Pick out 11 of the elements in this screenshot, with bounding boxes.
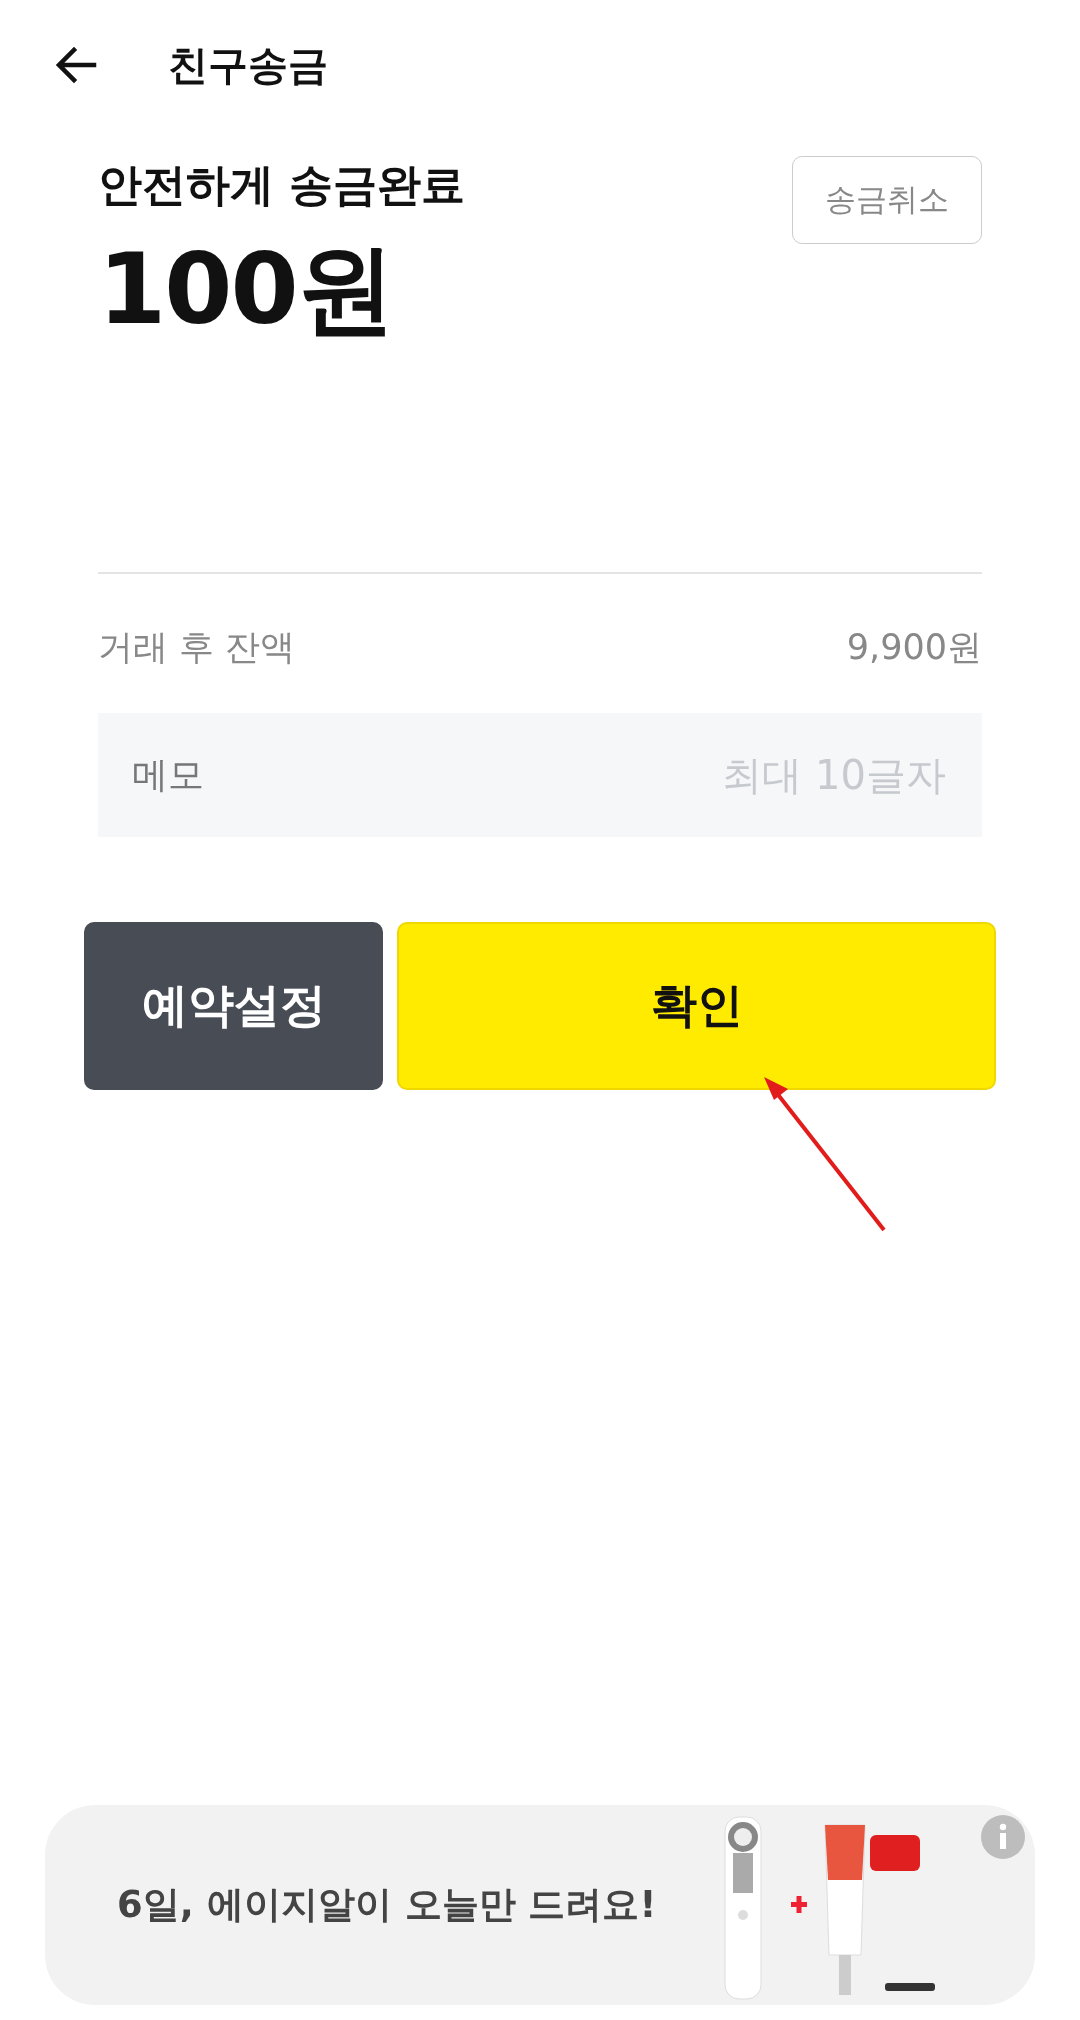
ad-text: 6일, 에이지알이 오늘만 드려요! [117, 1882, 657, 1928]
ad-banner[interactable]: 6일, 에이지알이 오늘만 드려요! [45, 1805, 1035, 2005]
screen-title: 친구송금 [168, 40, 328, 90]
schedule-button[interactable]: 예약설정 [84, 922, 383, 1090]
amount-text: 100원 [98, 231, 394, 348]
balance-label: 거래 후 잔액 [98, 626, 296, 669]
confirm-button[interactable]: 확인 [397, 922, 996, 1090]
status-text: 안전하게 송금완료 [98, 158, 466, 212]
memo-label: 메모 [132, 752, 204, 797]
balance-value: 9,900원 [846, 626, 982, 669]
cancel-transfer-button[interactable]: 송금취소 [792, 156, 982, 244]
